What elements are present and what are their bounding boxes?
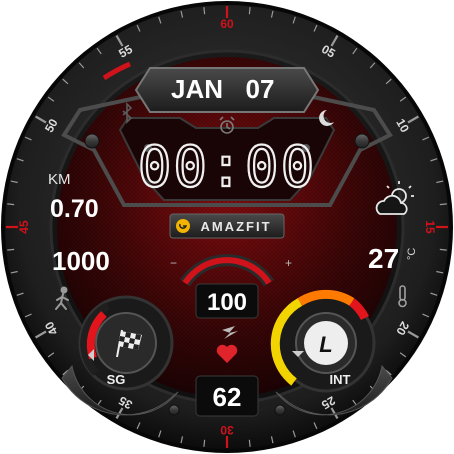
battery-plus-sign: + bbox=[285, 256, 292, 270]
time-display: 00:00 bbox=[138, 135, 317, 200]
amazfit-logo-icon bbox=[176, 219, 190, 233]
watch-face: 051015202530354045505560 MON TUE WED THU… bbox=[1, 1, 453, 453]
minute-number-15: 15 bbox=[423, 220, 437, 234]
steps-value: 1000 bbox=[52, 246, 110, 276]
minor-tick bbox=[7, 203, 15, 206]
brand-label: AMAZFIT bbox=[200, 219, 271, 234]
right-gauge-level-letter: L bbox=[319, 332, 332, 357]
minute-number-45: 45 bbox=[17, 220, 31, 234]
minor-tick bbox=[248, 439, 251, 447]
left-gauge-label: SG bbox=[107, 372, 126, 387]
watch-face-screen: 051015202530354045505560 MON TUE WED THU… bbox=[0, 0, 454, 454]
date-day: 07 bbox=[246, 74, 275, 104]
heart-rate-value: 62 bbox=[213, 382, 242, 412]
minor-tick bbox=[439, 248, 447, 251]
screw-right-top bbox=[354, 133, 370, 149]
right-gauge-label: INT bbox=[330, 372, 351, 387]
screw-left-top bbox=[84, 133, 100, 149]
distance-value: 0.70 bbox=[50, 195, 99, 223]
minor-tick bbox=[203, 7, 206, 15]
temperature-value: 27 bbox=[368, 243, 399, 274]
minor-tick bbox=[439, 203, 447, 206]
screw-bottom-left bbox=[168, 404, 180, 416]
minor-tick bbox=[248, 7, 251, 15]
minute-number-60: 60 bbox=[220, 17, 234, 31]
temperature-unit: °C bbox=[406, 248, 418, 260]
battery-value: 100 bbox=[207, 289, 247, 316]
date-plate bbox=[134, 67, 320, 113]
minute-number-30: 30 bbox=[220, 423, 234, 437]
screw-bottom-right bbox=[274, 404, 286, 416]
date-month: JAN bbox=[171, 74, 223, 104]
distance-unit: KM bbox=[48, 171, 71, 188]
minor-tick bbox=[203, 439, 206, 447]
minor-tick bbox=[7, 248, 15, 251]
battery-minus-sign: − bbox=[170, 256, 177, 270]
